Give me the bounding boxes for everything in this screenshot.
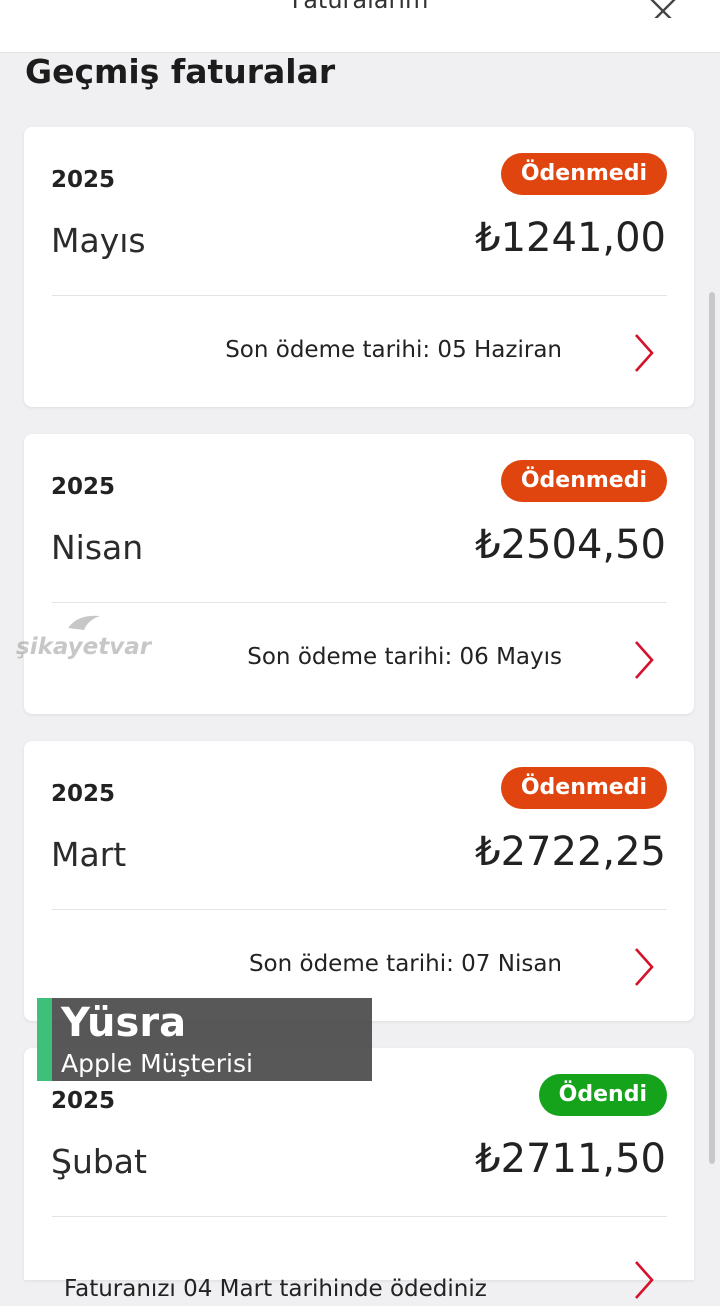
invoice-amount: ₺2504,50 xyxy=(475,522,666,568)
due-date: Son ödeme tarihi: 07 Nisan xyxy=(248,951,562,977)
invoice-card[interactable]: 2025 Ödendi Şubat ₺2711,50 Faturanızı 04… xyxy=(24,1048,694,1302)
invoice-year: 2025 xyxy=(51,167,116,193)
invoice-card[interactable]: 2025 Ödenmedi Nisan ₺2504,50 Son ödeme t… xyxy=(24,434,694,714)
watermark-logo: şikayetvar xyxy=(16,612,151,668)
chevron-right-icon[interactable] xyxy=(632,1258,656,1302)
invoice-amount: ₺2722,25 xyxy=(475,829,666,875)
due-date: Son ödeme tarihi: 06 Mayıs xyxy=(247,644,562,670)
scrollbar[interactable] xyxy=(709,292,715,1164)
status-badge: Ödenmedi xyxy=(500,767,667,809)
invoice-amount: ₺2711,50 xyxy=(475,1136,666,1182)
close-icon[interactable] xyxy=(646,0,680,18)
watermark-text: şikayetvar xyxy=(16,634,152,660)
speaker-role: Apple Müşterisi xyxy=(61,1049,253,1078)
invoice-month: Şubat xyxy=(51,1142,147,1181)
invoice-card[interactable]: 2025 Ödenmedi Mayıs ₺1241,00 Son ödeme t… xyxy=(24,127,694,407)
page-title: Faturalarım xyxy=(291,0,429,14)
chevron-right-icon[interactable] xyxy=(632,945,656,989)
invoice-year: 2025 xyxy=(51,1088,116,1114)
due-date: Son ödeme tarihi: 05 Haziran xyxy=(225,337,562,363)
caption-accent-bar xyxy=(37,998,52,1081)
invoice-month: Mayıs xyxy=(51,221,146,260)
chevron-right-icon[interactable] xyxy=(632,638,656,682)
divider xyxy=(52,602,667,603)
divider xyxy=(52,909,667,910)
speaker-caption: Yüsra Apple Müşterisi xyxy=(37,998,372,1081)
status-badge: Ödenmedi xyxy=(500,460,667,502)
top-bar: Faturalarım xyxy=(0,0,720,53)
chevron-right-icon[interactable] xyxy=(632,331,656,375)
divider xyxy=(52,1216,667,1217)
status-badge: Ödenmedi xyxy=(500,153,667,195)
status-badge: Ödendi xyxy=(538,1074,667,1116)
invoice-year: 2025 xyxy=(51,474,116,500)
invoice-month: Mart xyxy=(51,835,127,874)
section-title: Geçmiş faturalar xyxy=(25,52,336,91)
divider xyxy=(52,295,667,296)
speaker-name: Yüsra xyxy=(61,1000,187,1046)
invoice-amount: ₺1241,00 xyxy=(475,215,666,261)
invoice-year: 2025 xyxy=(51,781,116,807)
invoice-card[interactable]: 2025 Ödenmedi Mart ₺2722,25 Son ödeme ta… xyxy=(24,741,694,1021)
invoice-month: Nisan xyxy=(51,528,144,567)
